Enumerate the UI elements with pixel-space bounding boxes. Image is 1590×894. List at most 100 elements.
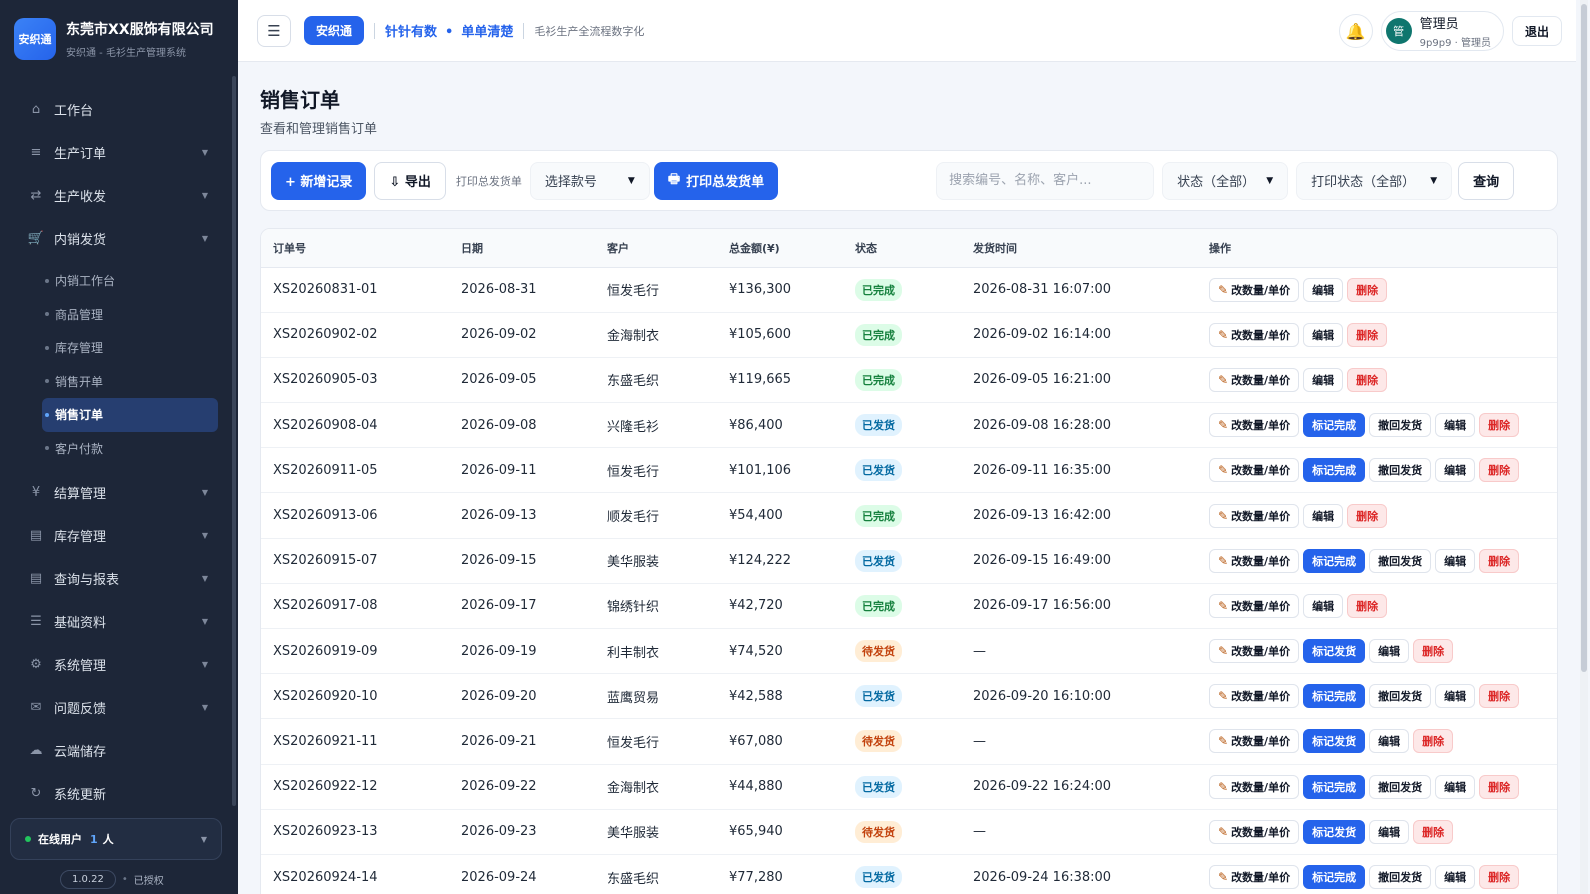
mark-complete-button[interactable]: 标记完成 [1303,413,1366,438]
edit-button[interactable]: 编辑 [1303,367,1344,392]
withdraw-shipment-button[interactable]: 撤回发货 [1369,413,1432,438]
edit-qty-price-button[interactable]: ✎ 改数量/单价 [1209,503,1300,528]
sidebar-scrollbar[interactable] [232,76,236,806]
mark-complete-button[interactable]: 标记完成 [1303,684,1366,709]
sidebar-item[interactable]: ⇄ 生产收发 ▼ [0,174,238,217]
col-customer[interactable]: 客户 [595,229,717,268]
col-order-id[interactable]: 订单号 [261,229,449,268]
col-ship-time[interactable]: 发货时间 [961,229,1197,268]
edit-qty-price-button[interactable]: ✎ 改数量/单价 [1209,774,1300,799]
delete-button[interactable]: 删除 [1479,458,1520,483]
edit-button[interactable]: 编辑 [1303,593,1344,618]
sidebar-subitem[interactable]: 客户付款 [42,432,218,466]
sidebar-item[interactable]: ⌂ 工作台 [0,88,238,131]
add-record-button[interactable]: + 新增记录 [271,161,367,200]
edit-button[interactable]: 编辑 [1435,413,1476,438]
sidebar-item[interactable]: ☰ 基础资料 ▼ [0,600,238,643]
edit-button[interactable]: 编辑 [1303,322,1344,347]
withdraw-shipment-button[interactable]: 撤回发货 [1369,458,1432,483]
query-button[interactable]: 查询 [1458,161,1515,200]
sidebar-subitem[interactable]: 销售订单 [42,398,218,432]
edit-qty-price-button[interactable]: ✎ 改数量/单价 [1209,277,1300,302]
sidebar-item[interactable]: ☁ 云端储存 [0,729,238,772]
edit-qty-price-button[interactable]: ✎ 改数量/单价 [1209,729,1300,754]
edit-qty-price-button[interactable]: ✎ 改数量/单价 [1209,865,1300,890]
mark-complete-button[interactable]: 标记完成 [1303,458,1366,483]
mark-shipped-button[interactable]: 标记发货 [1303,729,1366,754]
edit-qty-price-button[interactable]: ✎ 改数量/单价 [1209,593,1300,618]
sidebar-item[interactable]: ▤ 库存管理 ▼ [0,514,238,557]
col-status[interactable]: 状态 [843,229,961,268]
edit-button[interactable]: 编辑 [1369,819,1410,844]
sidebar-subitem[interactable]: 销售开单 [42,365,218,399]
user-menu[interactable]: 管 管理员 9p9p9 · 管理员 [1380,11,1504,51]
online-users-panel[interactable]: 在线用户 1 人 ▼ [10,818,222,860]
style-select[interactable]: 选择款号 ▼ [529,161,650,200]
delete-button[interactable]: 删除 [1413,639,1454,664]
withdraw-shipment-button[interactable]: 撤回发货 [1369,774,1432,799]
delete-button[interactable]: 删除 [1347,593,1388,618]
col-date[interactable]: 日期 [449,229,595,268]
delete-button[interactable]: 删除 [1347,367,1388,392]
delete-button[interactable]: 删除 [1479,413,1520,438]
withdraw-shipment-button[interactable]: 撤回发货 [1369,548,1432,573]
logout-button[interactable]: 退出 [1511,16,1562,46]
license-status: 已授权 [133,876,164,887]
edit-button[interactable]: 编辑 [1435,548,1476,573]
sidebar-item[interactable]: ↻ 系统更新 [0,772,238,815]
sidebar-item[interactable]: ✉ 问题反馈 ▼ [0,686,238,729]
sidebar-item[interactable]: ▤ 查询与报表 ▼ [0,557,238,600]
status-select[interactable]: 状态（全部） ▼ [1162,161,1289,200]
delete-button[interactable]: 删除 [1347,503,1388,528]
edit-button[interactable]: 编辑 [1303,503,1344,528]
delete-button[interactable]: 删除 [1347,322,1388,347]
sidebar-item[interactable]: ¥ 结算管理 ▼ [0,471,238,514]
delete-button[interactable]: 删除 [1479,684,1520,709]
delete-button[interactable]: 删除 [1479,774,1520,799]
edit-button[interactable]: 编辑 [1435,458,1476,483]
pencil-icon: ✎ [1218,644,1229,659]
edit-qty-price-button[interactable]: ✎ 改数量/单价 [1209,639,1300,664]
edit-button[interactable]: 编辑 [1303,277,1344,302]
sidebar-subitem[interactable]: 库存管理 [42,331,218,365]
col-amount[interactable]: 总金额(¥) [717,229,843,268]
mark-shipped-button[interactable]: 标记发货 [1303,819,1366,844]
print-delivery-button[interactable]: 🖶 打印总发货单 [653,161,779,200]
sidebar-subitem[interactable]: 内销工作台 [42,264,218,298]
sidebar-item[interactable]: ≡ 生产订单 ▼ [0,131,238,174]
edit-qty-price-button[interactable]: ✎ 改数量/单价 [1209,684,1300,709]
delete-button[interactable]: 删除 [1479,865,1520,890]
search-input[interactable] [936,161,1155,200]
mark-complete-button[interactable]: 标记完成 [1303,548,1366,573]
edit-button[interactable]: 编辑 [1435,774,1476,799]
withdraw-shipment-button[interactable]: 撤回发货 [1369,865,1432,890]
sidebar-item[interactable]: ⚙ 系统管理 ▼ [0,643,238,686]
list-icon: ≡ [30,145,42,160]
mark-complete-button[interactable]: 标记完成 [1303,774,1366,799]
notification-bell-icon[interactable]: 🔔 [1338,14,1373,48]
mark-shipped-button[interactable]: 标记发货 [1303,639,1366,664]
sidebar-subitem[interactable]: 商品管理 [42,298,218,332]
edit-button[interactable]: 编辑 [1369,639,1410,664]
delete-button[interactable]: 删除 [1413,729,1454,754]
delete-button[interactable]: 删除 [1347,277,1388,302]
withdraw-shipment-button[interactable]: 撤回发货 [1369,684,1432,709]
delete-button[interactable]: 删除 [1413,819,1454,844]
edit-qty-price-button[interactable]: ✎ 改数量/单价 [1209,458,1300,483]
edit-button[interactable]: 编辑 [1435,865,1476,890]
edit-qty-price-button[interactable]: ✎ 改数量/单价 [1209,322,1300,347]
edit-qty-price-button[interactable]: ✎ 改数量/单价 [1209,819,1300,844]
page-scrollbar[interactable] [1581,4,1587,672]
chevron-down-icon: ▼ [201,574,208,583]
edit-button[interactable]: 编辑 [1369,729,1410,754]
sidebar-item[interactable]: 🛒 内销发货 ▼ [0,217,238,260]
edit-qty-price-button[interactable]: ✎ 改数量/单价 [1209,548,1300,573]
menu-toggle-button[interactable]: ☰ [257,14,291,47]
mark-complete-button[interactable]: 标记完成 [1303,865,1366,890]
export-button[interactable]: ⇩ 导出 [374,161,446,200]
edit-qty-price-button[interactable]: ✎ 改数量/单价 [1209,367,1300,392]
print-status-select[interactable]: 打印状态（全部） ▼ [1296,161,1453,200]
delete-button[interactable]: 删除 [1479,548,1520,573]
edit-button[interactable]: 编辑 [1435,684,1476,709]
edit-qty-price-button[interactable]: ✎ 改数量/单价 [1209,413,1300,438]
